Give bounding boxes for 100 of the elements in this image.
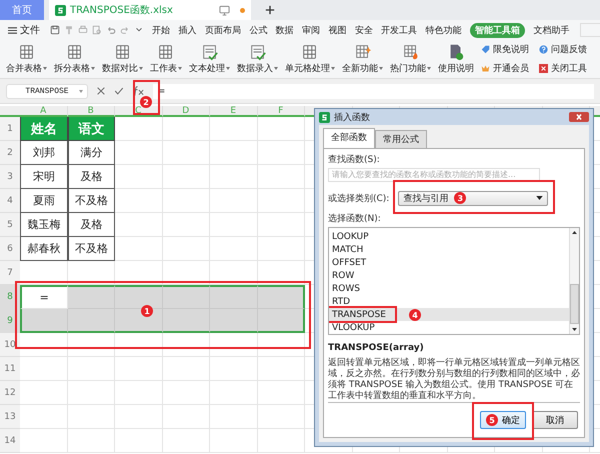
sheet-cell[interactable]: 魏玉梅 [20, 213, 68, 237]
row-header[interactable]: 11 [0, 357, 20, 381]
function-item[interactable]: VLOOKUP [329, 321, 569, 334]
undo-icon[interactable] [106, 25, 116, 35]
toolbar-tool[interactable]: 文本处理 [187, 40, 232, 78]
sheet-cell[interactable]: 刘邦 [20, 141, 68, 165]
new-tab-icon[interactable] [265, 5, 275, 15]
function-item[interactable]: ROW [329, 269, 569, 282]
row-header[interactable]: 14 [0, 429, 20, 453]
ribbon-tab[interactable]: 开始 [152, 22, 170, 38]
ok-button[interactable]: 5 确定 [480, 411, 526, 429]
ribbon-tab[interactable]: 数据 [276, 22, 294, 38]
ribbon-tab[interactable]: 插入 [178, 22, 197, 38]
toolbar-tool[interactable]: 单元格处理 [283, 40, 337, 78]
caret-icon [178, 67, 182, 70]
document-tab[interactable]: TRANSPOSE函数.xlsx [49, 0, 251, 20]
sheet-cell[interactable] [68, 309, 115, 333]
scrollbar[interactable] [569, 228, 579, 334]
row-header[interactable]: 12 [0, 381, 20, 405]
sheet-cell[interactable] [115, 285, 162, 309]
sheet-cell[interactable] [258, 285, 305, 309]
search-field[interactable]: 请输入您要查找的函数名称或函数功能的简要描述... [328, 168, 540, 182]
function-item[interactable]: MATCH [329, 243, 569, 256]
unsaved-dot-icon [240, 8, 245, 12]
row-header[interactable]: 3 [0, 165, 20, 189]
name-box[interactable]: TRANSPOSE [6, 84, 88, 98]
row-header[interactable]: 10 [0, 333, 20, 357]
ribbon-tab[interactable]: 安全 [354, 22, 373, 38]
row-header[interactable]: 2 [0, 141, 20, 165]
insert-function-icon[interactable] [132, 85, 145, 97]
toolbar-tool[interactable]: 数据录入 [235, 40, 280, 78]
sheet-cell[interactable]: 满分 [68, 141, 115, 165]
row-header[interactable]: 7 [0, 261, 20, 285]
row-header[interactable]: 13 [0, 405, 20, 429]
toolbar-tool[interactable]: 使用说明 [436, 40, 476, 78]
sheet-cell[interactable] [162, 309, 210, 333]
toolbar-link[interactable]: 关闭工具 [539, 62, 587, 75]
cancel-icon[interactable] [96, 86, 106, 96]
sheet-cell[interactable]: 宋明 [20, 165, 68, 189]
sheet-cell[interactable]: 及格 [68, 213, 115, 237]
toolbar-tool[interactable]: 全新功能 [340, 40, 385, 78]
category-dropdown[interactable]: 查找与引用 3 [398, 190, 548, 206]
sheet-cell[interactable] [20, 309, 68, 333]
category-label: 或选择类别(C): [328, 192, 390, 205]
ribbon-tab[interactable]: 页面布局 [204, 22, 241, 38]
file-menu[interactable]: 文件 [8, 23, 40, 37]
sheet-cell[interactable] [115, 309, 162, 333]
sheet-cell[interactable]: 郝春秋 [20, 237, 68, 261]
cancel-button[interactable]: 取消 [532, 411, 578, 429]
ribbon-tab[interactable]: 视图 [328, 22, 346, 38]
confirm-icon[interactable] [114, 86, 124, 96]
menu-icon [8, 26, 17, 34]
sheet-cell[interactable] [162, 285, 210, 309]
tool-label: 全新功能 [342, 62, 378, 75]
table-grid-icon [18, 43, 36, 61]
ribbon-tab[interactable]: 公式 [249, 22, 268, 38]
print-icon[interactable] [78, 25, 88, 35]
redo-icon[interactable] [120, 25, 130, 35]
close-button[interactable] [569, 112, 589, 122]
dialog-tab[interactable]: 常用公式 [375, 130, 427, 148]
row-header[interactable]: 5 [0, 213, 20, 237]
toolbar-link[interactable]: 限免说明 [481, 43, 529, 56]
row-header[interactable]: 1 [0, 117, 20, 141]
sheet-cell[interactable] [258, 309, 305, 333]
select-all-corner[interactable] [0, 106, 20, 117]
sheet-cell[interactable]: 夏雨 [20, 189, 68, 213]
sheet-cell[interactable]: 及格 [68, 165, 115, 189]
toolbar-link[interactable]: 开通会员 [481, 62, 529, 75]
function-item[interactable]: TRANSPOSE 4 [329, 308, 569, 321]
function-item[interactable]: ROWS [329, 282, 569, 295]
print-preview-icon[interactable] [92, 25, 102, 35]
toolbar-tool[interactable]: 拆分表格 [52, 40, 97, 78]
tool-label: 工作表 [150, 62, 177, 75]
dialog-tab[interactable]: 全部函数 [323, 128, 375, 148]
ribbon-tab[interactable]: 审阅 [302, 22, 320, 38]
row-header[interactable]: 4 [0, 189, 20, 213]
sheet-cell[interactable] [210, 309, 258, 333]
toolbar-tool[interactable]: 热门功能 [388, 40, 433, 78]
sheet-cell[interactable] [68, 285, 115, 309]
function-item[interactable]: LOOKUP [329, 230, 569, 243]
sheet-cell[interactable] [210, 285, 258, 309]
caret-icon [274, 67, 278, 70]
sheet-cell[interactable]: 不及格 [68, 237, 115, 261]
sheet-cell[interactable]: 不及格 [68, 189, 115, 213]
function-item[interactable]: OFFSET [329, 256, 569, 269]
save-icon[interactable] [50, 25, 60, 35]
ribbon-tab[interactable]: 文档助手 [533, 22, 570, 38]
toolbar-link[interactable]: 问题反馈 [539, 43, 587, 56]
ribbon-tab[interactable]: 开发工具 [381, 22, 418, 38]
format-painter-icon[interactable] [64, 25, 74, 35]
ribbon-tab[interactable]: 特色功能 [426, 22, 462, 38]
toolbar-tool[interactable]: 数据对比 [100, 40, 145, 78]
function-list-label: 选择函数(N): [328, 212, 382, 225]
toolbar-tool[interactable]: 工作表 [148, 40, 184, 78]
table-grid-icon [157, 43, 175, 61]
row-header[interactable]: 6 [0, 237, 20, 261]
function-item[interactable]: RTD [329, 295, 569, 308]
toolbar-tool[interactable]: 合并表格 [4, 40, 49, 78]
monitor-icon[interactable] [219, 4, 230, 16]
search-label: 查找函数(S): [328, 154, 381, 166]
